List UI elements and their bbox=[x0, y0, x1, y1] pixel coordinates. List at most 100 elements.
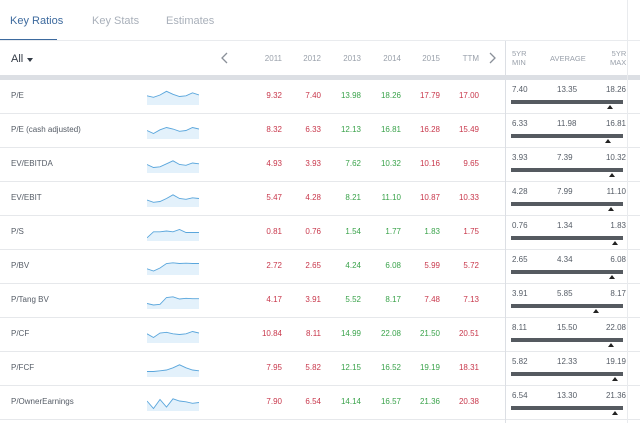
ratio-value-ttm: 15.49 bbox=[458, 125, 479, 134]
ratio-value-2013: 12.13 bbox=[340, 125, 361, 134]
ratio-value-2012: 4.28 bbox=[305, 193, 321, 202]
five-year-max-value: 6.08 bbox=[610, 255, 626, 264]
five-year-min-value: 7.40 bbox=[512, 85, 528, 94]
ratio-value-2015: 21.36 bbox=[419, 397, 440, 406]
ratio-label: P/CF bbox=[11, 329, 30, 338]
ratio-value-2011: 9.32 bbox=[266, 91, 282, 100]
current-value-marker-icon bbox=[607, 207, 614, 211]
tab-estimates[interactable]: Estimates bbox=[166, 15, 214, 27]
tab-key-stats[interactable]: Key Stats bbox=[92, 15, 139, 27]
ratio-value-ttm: 17.00 bbox=[458, 91, 479, 100]
five-year-max-value: 10.32 bbox=[605, 153, 626, 162]
ratio-value-2015: 10.87 bbox=[419, 193, 440, 202]
ratio-value-2012: 3.91 bbox=[305, 295, 321, 304]
year-header-ttm: TTM bbox=[462, 54, 479, 63]
ratio-value-2015: 17.79 bbox=[419, 91, 440, 100]
ratio-value-2012: 6.54 bbox=[305, 397, 321, 406]
ratio-value-2011: 8.32 bbox=[266, 125, 282, 134]
ratio-label: P/S bbox=[11, 227, 24, 236]
next-years-button[interactable] bbox=[485, 50, 499, 66]
summary-header-min: 5YR MIN bbox=[512, 49, 527, 67]
ratio-value-ttm: 20.51 bbox=[458, 329, 479, 338]
ratio-value-ttm: 5.72 bbox=[463, 261, 479, 270]
table-row[interactable]: P/CF 10.84 8.11 14.99 22.08 21.50 20.51 8.11 15.… bbox=[0, 318, 640, 352]
range-bar bbox=[511, 100, 623, 104]
sparkline-chart bbox=[147, 127, 199, 139]
year-header-2015: 2015 bbox=[422, 54, 440, 63]
ratio-value-2015: 19.19 bbox=[419, 363, 440, 372]
ratio-label: P/Tang BV bbox=[11, 295, 49, 304]
ratio-label: P/E (cash adjusted) bbox=[11, 125, 81, 134]
ratio-value-2014: 8.17 bbox=[385, 295, 401, 304]
sparkline-chart bbox=[147, 364, 199, 377]
caret-down-icon bbox=[27, 57, 34, 62]
ratio-value-2012: 3.93 bbox=[305, 159, 321, 168]
five-year-average-value: 15.50 bbox=[557, 323, 578, 332]
five-year-average-value: 7.99 bbox=[557, 187, 573, 196]
panel-edge bbox=[627, 0, 628, 423]
sparkline-chart bbox=[147, 296, 199, 309]
ratio-label: P/E bbox=[11, 91, 24, 100]
current-value-marker-icon bbox=[612, 411, 619, 415]
ratio-value-2013: 4.24 bbox=[345, 261, 361, 270]
ratio-label: P/BV bbox=[11, 261, 30, 270]
sparkline-area bbox=[147, 398, 199, 411]
sparkline-chart bbox=[147, 262, 199, 275]
year-header-2011: 2011 bbox=[264, 54, 282, 63]
five-year-max-value: 18.26 bbox=[605, 85, 626, 94]
ratio-value-2013: 12.15 bbox=[340, 363, 361, 372]
ratio-value-2012: 6.33 bbox=[305, 125, 321, 134]
ratio-value-ttm: 10.33 bbox=[458, 193, 479, 202]
ratio-value-2011: 7.90 bbox=[266, 397, 282, 406]
five-year-max-value: 8.17 bbox=[610, 289, 626, 298]
tab-key-ratios[interactable]: Key Ratios bbox=[10, 15, 63, 27]
ratio-value-2013: 14.14 bbox=[340, 397, 361, 406]
table-row[interactable]: P/BV 2.72 2.65 4.24 6.08 5.99 5.72 2.65 4.34 6.08 bbox=[0, 250, 640, 284]
table-row[interactable]: EV/EBIT 5.47 4.28 8.21 11.10 10.87 10.33 4.28 7.… bbox=[0, 182, 640, 216]
ratio-value-2014: 16.81 bbox=[380, 125, 401, 134]
five-year-min-value: 3.91 bbox=[512, 289, 528, 298]
range-bar bbox=[511, 338, 623, 342]
five-year-average-value: 12.33 bbox=[557, 357, 578, 366]
ratio-value-ttm: 1.75 bbox=[463, 227, 479, 236]
ratio-value-2012: 0.76 bbox=[305, 227, 321, 236]
table-row[interactable]: EV/EBITDA 4.93 3.93 7.62 10.32 10.16 9.65 3.93 7… bbox=[0, 148, 640, 182]
ratio-value-2011: 5.47 bbox=[266, 193, 282, 202]
chevron-right-icon bbox=[489, 52, 496, 64]
table-row[interactable]: P/OwnerEarnings 7.90 6.54 14.14 16.57 21.36 20… bbox=[0, 386, 640, 420]
ratio-value-2012: 7.40 bbox=[305, 91, 321, 100]
range-bar bbox=[511, 202, 623, 206]
range-bar bbox=[511, 134, 623, 138]
previous-years-button[interactable] bbox=[218, 50, 232, 66]
table-row[interactable]: P/S 0.81 0.76 1.54 1.77 1.83 1.75 0.76 1.34 1.83 bbox=[0, 216, 640, 250]
ratio-value-ttm: 18.31 bbox=[458, 363, 479, 372]
range-bar bbox=[511, 236, 623, 240]
sparkline-area bbox=[147, 262, 199, 275]
ratio-value-2012: 8.11 bbox=[306, 329, 321, 338]
five-year-max-value: 22.08 bbox=[605, 323, 626, 332]
table-row[interactable]: P/Tang BV 4.17 3.91 5.52 8.17 7.48 7.13 3.91 5.8… bbox=[0, 284, 640, 318]
current-value-marker-icon bbox=[608, 173, 615, 177]
category-filter-dropdown[interactable]: All bbox=[11, 53, 34, 65]
sparkline-area bbox=[147, 229, 199, 241]
five-year-min-value: 6.54 bbox=[512, 391, 528, 400]
five-year-average-value: 13.30 bbox=[557, 391, 578, 400]
table-row[interactable]: P/FCF 7.95 5.82 12.15 16.52 19.19 18.31 5.82 12.… bbox=[0, 352, 640, 386]
five-year-min-value: 3.93 bbox=[512, 153, 528, 162]
ratio-value-2014: 6.08 bbox=[385, 261, 401, 270]
year-header-2012: 2012 bbox=[303, 54, 321, 63]
ratio-value-2011: 7.95 bbox=[266, 363, 282, 372]
five-year-min-value: 2.65 bbox=[512, 255, 528, 264]
ratio-value-2013: 14.99 bbox=[340, 329, 361, 338]
ratio-value-2012: 2.65 bbox=[305, 261, 321, 270]
table-row[interactable]: P/E (cash adjusted) 8.32 6.33 12.13 16.81 16.… bbox=[0, 114, 640, 148]
year-header-2014: 2014 bbox=[383, 54, 401, 63]
range-bar bbox=[511, 406, 623, 410]
table-row[interactable]: P/E 9.32 7.40 13.98 18.26 17.79 17.00 7.40 13.35… bbox=[0, 80, 640, 114]
sparkline-area bbox=[147, 194, 199, 207]
current-value-marker-icon bbox=[612, 377, 619, 381]
ratio-value-2014: 10.32 bbox=[380, 159, 401, 168]
five-year-average-value: 4.34 bbox=[557, 255, 573, 264]
current-value-marker-icon bbox=[607, 343, 614, 347]
ratio-value-2015: 16.28 bbox=[419, 125, 440, 134]
